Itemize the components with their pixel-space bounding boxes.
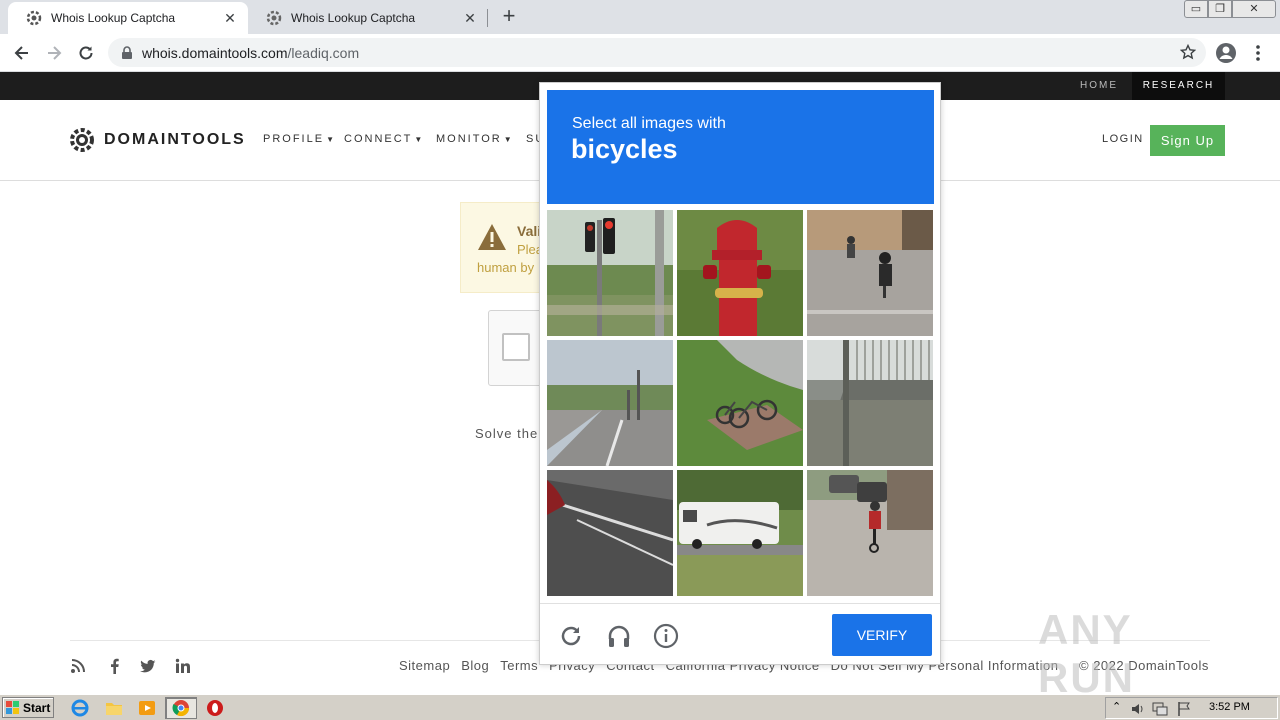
captcha-tile-cyclist-street[interactable] <box>807 210 933 336</box>
warning-triangle-icon <box>478 224 506 250</box>
file-explorer-folder-icon[interactable] <box>104 698 124 718</box>
captcha-tile-traffic-light[interactable] <box>547 210 673 336</box>
windows-logo-icon <box>6 700 19 714</box>
twitter-icon[interactable] <box>140 658 156 674</box>
tab-close-icon[interactable]: ✕ <box>462 10 478 27</box>
opera-icon[interactable] <box>205 698 225 718</box>
audio-challenge-headphones-icon[interactable] <box>606 623 632 649</box>
captcha-target-object: bicycles <box>571 134 678 164</box>
address-bar[interactable]: whois.domaintools.com/leadiq.com <box>108 38 1206 67</box>
volume-speaker-icon[interactable] <box>1130 701 1146 717</box>
window-minimize-button[interactable]: ▭ <box>1184 0 1208 18</box>
system-tray: ⌃ <box>1105 697 1278 719</box>
footer-link-sitemap[interactable]: Sitemap <box>399 658 450 673</box>
alert-text-line3: human by <box>477 260 535 275</box>
tray-expand-icon[interactable]: ⌃ <box>1112 700 1121 713</box>
captcha-tile-road-crossing[interactable] <box>547 340 673 466</box>
network-icon[interactable] <box>1152 701 1168 717</box>
captcha-challenge-modal: Select all images with bicycles VERIFY <box>539 82 941 665</box>
info-icon[interactable] <box>653 623 679 649</box>
domaintools-gear-logo-icon <box>70 128 94 152</box>
profile-avatar-icon[interactable] <box>1214 41 1238 65</box>
captcha-footer: VERIFY <box>540 603 940 665</box>
nav-connect[interactable]: CONNECT ▼ <box>344 133 424 145</box>
captcha-tile-road-curb[interactable] <box>547 470 673 596</box>
caret-down-icon: ▼ <box>326 135 336 144</box>
caret-down-icon: ▼ <box>503 135 514 144</box>
start-label: Start <box>23 700 51 715</box>
captcha-tile-parked-bicycles[interactable] <box>677 340 803 466</box>
login-link[interactable]: LOGIN <box>1102 133 1144 145</box>
signup-button[interactable]: Sign Up <box>1150 125 1225 156</box>
domaintools-favicon-icon <box>266 10 282 26</box>
reload-icon[interactable] <box>74 41 98 65</box>
window-close-button[interactable]: ✕ <box>1232 0 1276 18</box>
tab-separator <box>487 9 488 27</box>
start-button[interactable]: Start <box>2 697 54 718</box>
window-maximize-button[interactable]: ❐ <box>1208 0 1232 18</box>
anyrun-watermark: ANY RUN <box>1038 606 1135 701</box>
footer-link-blog[interactable]: Blog <box>461 658 489 673</box>
taskbar-chrome-active-button[interactable] <box>165 697 197 719</box>
captcha-image-grid <box>547 210 935 598</box>
new-tab-button[interactable]: + <box>498 5 520 27</box>
captcha-prompt-header: Select all images with bicycles <box>547 90 934 204</box>
caret-down-icon: ▼ <box>414 135 425 144</box>
back-arrow-icon[interactable] <box>10 41 34 65</box>
captcha-tile-bridge-railing[interactable] <box>807 340 933 466</box>
captcha-prompt-text: Select all images with <box>572 115 726 132</box>
chrome-icon <box>172 700 190 717</box>
solve-captcha-text: Solve the <box>475 426 539 441</box>
nav-profile[interactable]: PROFILE ▼ <box>263 133 336 145</box>
forward-arrow-icon[interactable] <box>42 41 66 65</box>
linkedin-icon[interactable] <box>175 658 191 674</box>
topbar-research-link[interactable]: RESEARCH <box>1132 72 1225 100</box>
browser-tab-bar: Whois Lookup Captcha ✕ Whois Lookup Capt… <box>0 0 1280 34</box>
recaptcha-checkbox[interactable] <box>502 333 530 361</box>
media-player-icon[interactable] <box>137 698 157 718</box>
nav-label: MONITOR <box>436 133 502 145</box>
tab-title: Whois Lookup Captcha <box>51 11 176 25</box>
alert-title: Vali <box>517 223 542 239</box>
nav-monitor[interactable]: MONITOR ▼ <box>436 133 514 145</box>
nav-label: CONNECT <box>344 133 413 145</box>
url-path: /leadiq.com <box>287 44 360 61</box>
browser-toolbar: whois.domaintools.com/leadiq.com <box>0 34 1280 72</box>
internet-explorer-icon[interactable] <box>70 698 90 718</box>
verify-button[interactable]: VERIFY <box>832 614 932 656</box>
topbar-home-link[interactable]: HOME <box>1066 72 1132 100</box>
bookmark-star-icon[interactable] <box>1180 44 1196 60</box>
browser-menu-icon[interactable] <box>1250 41 1266 65</box>
rss-icon[interactable] <box>70 658 86 674</box>
logo-wordmark: DOMAINTOOLS <box>104 131 246 148</box>
tab-whois-lookup-captcha-2[interactable]: Whois Lookup Captcha ✕ <box>248 2 488 34</box>
site-logo[interactable]: DOMAINTOOLS <box>68 126 246 154</box>
footer-link-terms[interactable]: Terms <box>500 658 538 673</box>
url-text: whois.domaintools.com/leadiq.com <box>142 45 359 61</box>
tab-title: Whois Lookup Captcha <box>291 11 416 25</box>
lock-icon <box>122 45 132 59</box>
url-host: whois.domaintools.com <box>142 44 288 61</box>
nav-label: PROFILE <box>263 133 325 145</box>
captcha-tile-rv-camper[interactable] <box>677 470 803 596</box>
action-center-flag-icon[interactable] <box>1176 701 1192 717</box>
tab-close-icon[interactable]: ✕ <box>222 10 238 27</box>
tab-whois-lookup-captcha-1[interactable]: Whois Lookup Captcha ✕ <box>8 2 248 34</box>
taskbar-clock: 3:52 PM <box>1209 701 1250 713</box>
windows-taskbar: Start ⌃ 3:52 PM <box>0 694 1280 720</box>
captcha-tile-cyclist-road[interactable] <box>807 470 933 596</box>
domaintools-favicon-icon <box>26 10 42 26</box>
captcha-tile-fire-hydrant[interactable] <box>677 210 803 336</box>
facebook-icon[interactable] <box>107 658 123 674</box>
reload-challenge-icon[interactable] <box>558 623 584 649</box>
